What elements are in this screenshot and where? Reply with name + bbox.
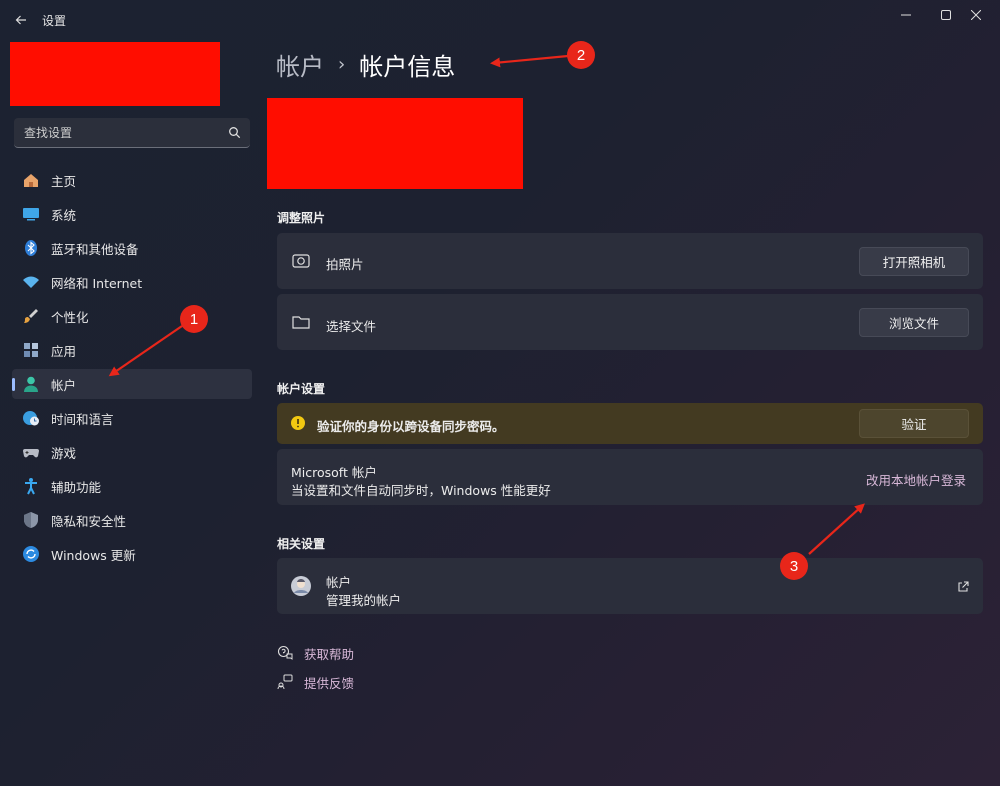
sidebar-item-label: 帐户 <box>51 377 77 393</box>
sidebar-item-label: Windows 更新 <box>51 547 136 563</box>
sidebar-item-windows-update[interactable]: Windows 更新 <box>12 539 252 569</box>
shield-icon <box>22 511 40 529</box>
annotation-arrow-3 <box>808 503 865 555</box>
switch-to-local-account-link[interactable]: 改用本地帐户登录 <box>866 470 966 489</box>
sidebar-item-gaming[interactable]: 游戏 <box>12 437 252 467</box>
sidebar-item-bluetooth[interactable]: 蓝牙和其他设备 <box>12 233 252 263</box>
choose-file-row: 选择文件 浏览文件 <box>277 294 983 350</box>
give-feedback-label: 提供反馈 <box>304 675 355 691</box>
sidebar-item-label: 辅助功能 <box>51 479 102 495</box>
brush-icon <box>22 307 40 325</box>
globe-clock-icon <box>22 409 40 427</box>
get-help-link[interactable]: 获取帮助 <box>277 643 354 663</box>
bluetooth-icon <box>22 239 40 257</box>
wifi-icon <box>22 273 40 291</box>
choose-file-label: 选择文件 <box>326 319 377 334</box>
sidebar-item-network[interactable]: 网络和 Internet <box>12 267 252 297</box>
page-title: 帐户信息 <box>359 52 456 81</box>
title-bar: 设置 <box>0 0 1000 40</box>
sidebar-item-home[interactable]: 主页 <box>12 165 252 195</box>
give-feedback-link[interactable]: 提供反馈 <box>277 672 354 692</box>
redacted-user-profile <box>10 42 220 106</box>
sidebar-item-privacy[interactable]: 隐私和安全性 <box>12 505 252 535</box>
microsoft-account-title: Microsoft 帐户 <box>291 465 377 480</box>
annotation-badge-3: 3 <box>780 552 808 580</box>
update-icon <box>22 545 40 563</box>
accessibility-icon <box>22 477 40 495</box>
microsoft-account-subtitle: 当设置和文件自动同步时，Windows 性能更好 <box>291 483 551 498</box>
camera-icon <box>292 254 310 268</box>
account-icon <box>22 375 40 393</box>
take-photo-label: 拍照片 <box>326 257 364 272</box>
verify-identity-banner: 验证你的身份以跨设备同步密码。 验证 <box>277 403 983 444</box>
maximize-icon <box>941 10 951 20</box>
close-icon <box>971 10 981 20</box>
sidebar-item-label: 个性化 <box>51 309 89 325</box>
external-link-icon[interactable] <box>957 581 969 593</box>
sidebar-item-accessibility[interactable]: 辅助功能 <box>12 471 252 501</box>
annotation-badge-1: 1 <box>180 305 208 333</box>
home-icon <box>22 171 40 189</box>
sidebar-item-label: 游戏 <box>51 445 77 461</box>
breadcrumb-separator: › <box>338 53 346 75</box>
back-button[interactable] <box>10 9 32 31</box>
sidebar-item-label: 时间和语言 <box>51 411 114 427</box>
account-settings-section-label: 帐户设置 <box>277 382 326 396</box>
related-accounts-title: 帐户 <box>326 575 352 590</box>
browse-files-button[interactable]: 浏览文件 <box>859 308 969 337</box>
sidebar-item-label: 主页 <box>51 173 77 189</box>
minimize-icon <box>901 14 911 16</box>
take-photo-row: 拍照片 打开照相机 <box>277 233 983 289</box>
related-accounts-row[interactable]: 帐户 管理我的帐户 <box>277 558 983 614</box>
sidebar-item-accounts[interactable]: 帐户 <box>12 369 252 399</box>
search-box[interactable] <box>14 118 250 148</box>
gamepad-icon <box>22 443 40 461</box>
apps-icon <box>22 341 40 359</box>
warning-icon <box>291 416 305 430</box>
sidebar-item-apps[interactable]: 应用 <box>12 335 252 365</box>
sidebar-item-system[interactable]: 系统 <box>12 199 252 229</box>
avatar <box>291 576 311 596</box>
sidebar-nav: 主页 系统 蓝牙和其他设备 网络和 Internet 个性化 应用 帐户 时间和… <box>12 165 252 573</box>
microsoft-account-row: Microsoft 帐户 当设置和文件自动同步时，Windows 性能更好 改用… <box>277 449 983 505</box>
sidebar-item-label: 系统 <box>51 207 77 223</box>
search-input[interactable] <box>24 124 214 142</box>
related-accounts-subtitle: 管理我的帐户 <box>326 593 402 608</box>
verify-warning-text: 验证你的身份以跨设备同步密码。 <box>317 419 505 434</box>
photo-section-label: 调整照片 <box>277 211 326 225</box>
back-arrow-icon <box>15 15 26 25</box>
search-icon[interactable] <box>228 126 242 140</box>
sidebar-item-label: 蓝牙和其他设备 <box>51 241 139 257</box>
close-button[interactable] <box>956 2 996 28</box>
open-camera-button[interactable]: 打开照相机 <box>859 247 969 276</box>
sidebar-item-time-language[interactable]: 时间和语言 <box>12 403 252 433</box>
folder-icon <box>292 316 310 329</box>
sidebar-item-label: 网络和 Internet <box>51 275 143 291</box>
annotation-arrow-2 <box>490 54 569 68</box>
get-help-label: 获取帮助 <box>304 646 355 662</box>
feedback-icon <box>277 674 293 690</box>
app-title: 设置 <box>42 14 67 28</box>
verify-button[interactable]: 验证 <box>859 409 969 438</box>
help-chat-icon <box>277 645 293 660</box>
system-icon <box>22 205 40 223</box>
minimize-button[interactable] <box>886 2 926 28</box>
sidebar-item-label: 隐私和安全性 <box>51 513 127 529</box>
related-settings-section-label: 相关设置 <box>277 537 326 551</box>
breadcrumb-parent[interactable]: 帐户 <box>276 47 324 82</box>
redacted-account-avatar <box>267 98 523 189</box>
sidebar-item-label: 应用 <box>51 343 77 359</box>
sidebar-item-personalization[interactable]: 个性化 <box>12 301 252 331</box>
breadcrumb: 帐户 › 帐户信息 <box>276 46 455 82</box>
annotation-badge-2: 2 <box>567 41 595 69</box>
